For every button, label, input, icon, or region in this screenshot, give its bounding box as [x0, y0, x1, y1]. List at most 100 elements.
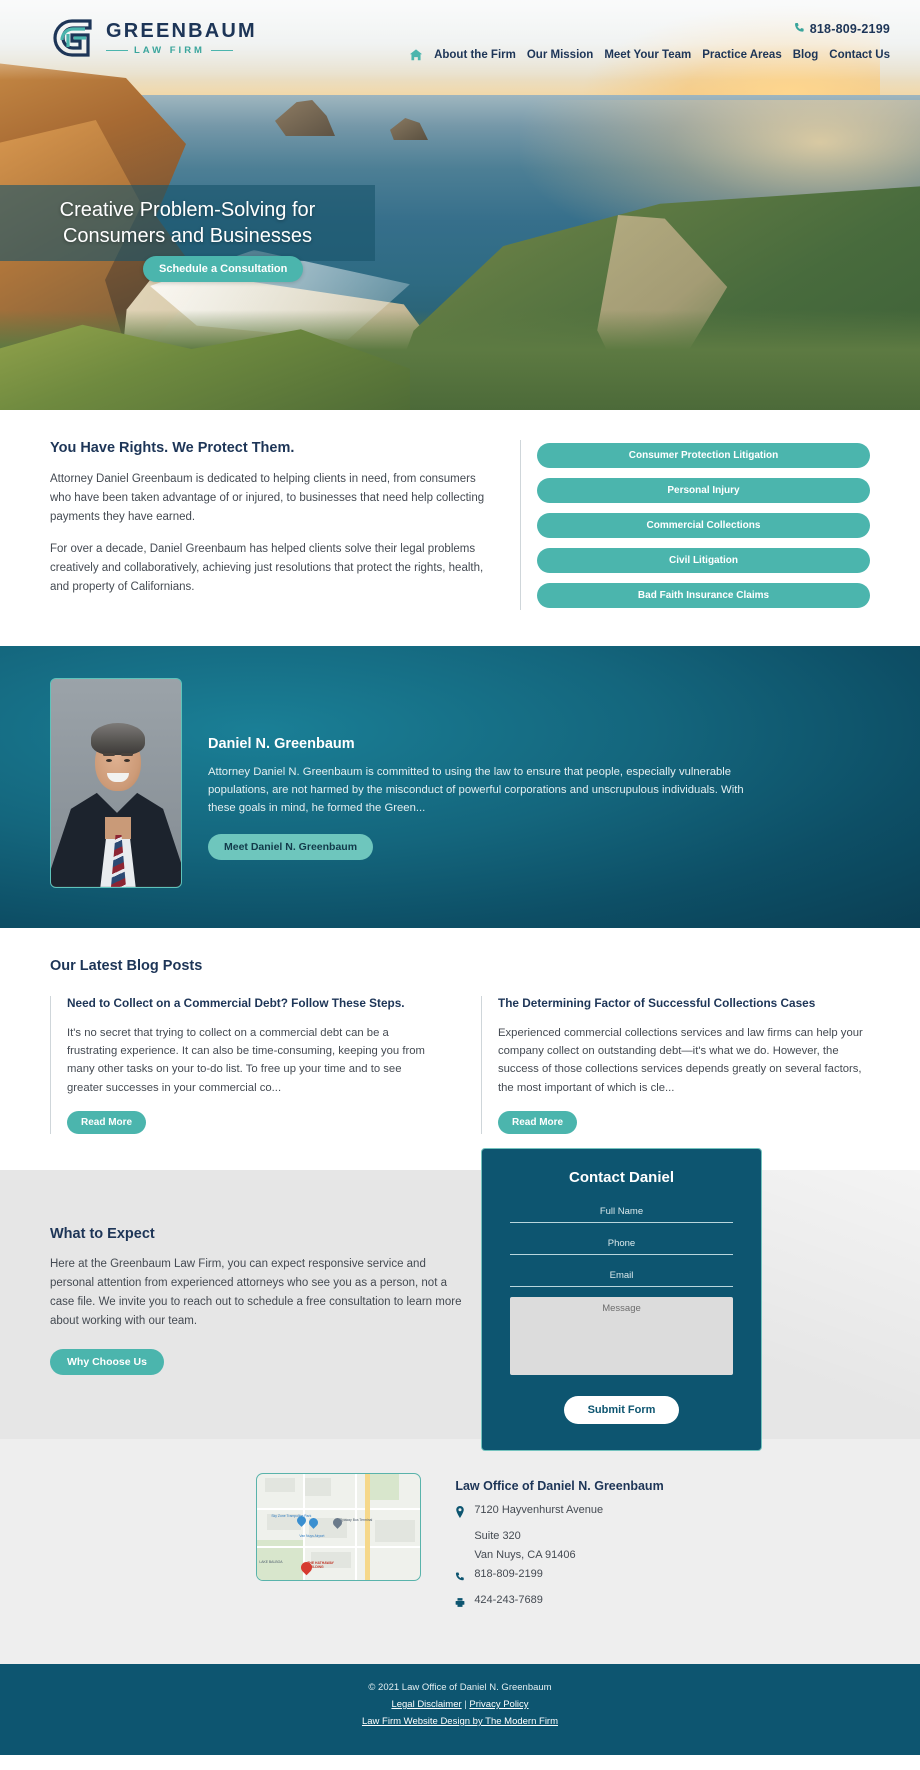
location-section: Sky Zone Trampoline Park Van Nuys Airpor… [0, 1438, 920, 1664]
address-suite: Suite 320 [474, 1529, 521, 1542]
brand-name: GREENBAUM [106, 19, 257, 42]
main-navigation: About the Firm Our Mission Meet Your Tea… [409, 48, 890, 62]
office-name: Law Office of Daniel N. Greenbaum [455, 1478, 664, 1493]
address-city-state-zip: Van Nuys, CA 91406 [474, 1548, 576, 1561]
email-field-wrapper [510, 1265, 733, 1287]
blog-post-title[interactable]: The Determining Factor of Successful Col… [498, 996, 870, 1012]
hero-headline: Creative Problem-Solving for Consumers a… [60, 197, 316, 249]
phone-field-wrapper [510, 1233, 733, 1255]
map-label-flyaway: Flyaway Bus Terminal [339, 1517, 373, 1522]
headshot-hair [91, 722, 145, 755]
blog-post-excerpt: It's no secret that trying to collect on… [67, 1026, 425, 1094]
nav-item-about-the-firm[interactable]: About the Firm [434, 49, 516, 61]
map-block [305, 1477, 332, 1496]
brand-rule-left [106, 50, 128, 51]
address-street: 7120 Hayvenhurst Avenue [474, 1503, 604, 1516]
blog-grid: Need to Collect on a Commercial Debt? Fo… [50, 995, 870, 1134]
map-label-lake-balboa: LAKE BALBOA [259, 1559, 283, 1564]
office-phone-line[interactable]: 818-809-2199 [455, 1568, 663, 1587]
submit-form-button[interactable]: Submit Form [563, 1395, 680, 1424]
what-to-expect-paragraph: Here at the Greenbaum Law Firm, you can … [50, 1257, 462, 1327]
site-footer: © 2021 Law Office of Daniel N. Greenbaum… [0, 1663, 920, 1755]
intro-section: You Have Rights. We Protect Them. Attorn… [0, 410, 920, 646]
attorney-name: Daniel N. Greenbaum [208, 735, 355, 752]
read-more-button[interactable]: Read More [498, 1110, 578, 1134]
blog-post-card: Need to Collect on a Commercial Debt? Fo… [50, 995, 439, 1134]
map-pin-icon [455, 1504, 466, 1523]
nav-item-meet-your-team[interactable]: Meet Your Team [604, 49, 691, 61]
blog-post-card: The Determining Factor of Successful Col… [481, 995, 870, 1134]
practice-area-personal-injury[interactable]: Personal Injury [537, 478, 870, 503]
address-line: 7120 Hayvenhurst Avenue [455, 1504, 663, 1523]
intro-paragraph-2: For over a decade, Daniel Greenbaum has … [50, 542, 484, 593]
intro-paragraph-1: Attorney Daniel Greenbaum is dedicated t… [50, 473, 485, 523]
phone-field[interactable] [510, 1234, 733, 1255]
attorney-bio: Attorney Daniel N. Greenbaum is committe… [208, 765, 744, 815]
map-block [265, 1477, 296, 1492]
website-design-credit-link[interactable]: Law Firm Website Design by The Modern Fi… [362, 1716, 558, 1727]
headshot-eye-left [106, 758, 112, 762]
map-park-area [369, 1473, 400, 1500]
fax-icon [455, 1594, 466, 1613]
contact-form-title: Contact Daniel [568, 1168, 674, 1186]
brand-subtitle: LAW FIRM [134, 44, 205, 56]
nav-item-our-mission[interactable]: Our Mission [527, 49, 593, 61]
hero-headline-line2: Consumers and Businesses [62, 225, 312, 247]
home-icon[interactable] [409, 48, 423, 62]
message-field[interactable] [510, 1296, 733, 1375]
phone-icon [794, 20, 805, 38]
privacy-policy-link[interactable]: Privacy Policy [469, 1699, 528, 1710]
footer-separator: | [464, 1698, 467, 1710]
map-road [257, 1545, 421, 1548]
brand-logo[interactable]: GREENBAUM LAW FIRM [50, 16, 257, 60]
office-phone-number: 818-809-2199 [474, 1567, 543, 1580]
page-root: GREENBAUM LAW FIRM 818-809-2199 About th… [0, 0, 920, 1755]
site-header: GREENBAUM LAW FIRM 818-809-2199 About th… [0, 0, 920, 72]
map-label-van-nuys-airport: Van Nuys Airport [299, 1533, 325, 1538]
practice-area-commercial-collections[interactable]: Commercial Collections [537, 513, 870, 538]
brand-rule-right [210, 50, 233, 51]
headshot-brow-right [121, 752, 133, 756]
map-highway [365, 1473, 371, 1580]
nav-item-blog[interactable]: Blog [793, 49, 819, 61]
phone-icon [455, 1568, 466, 1587]
footer-credit-line: Law Firm Website Design by The Modern Fi… [20, 1716, 900, 1727]
footer-legal-links: Legal Disclaimer | Privacy Policy [20, 1699, 900, 1710]
hero-banner: GREENBAUM LAW FIRM 818-809-2199 About th… [0, 0, 920, 410]
practice-areas-list: Consumer Protection Litigation Personal … [520, 440, 870, 610]
why-choose-us-button[interactable]: Why Choose Us [50, 1348, 164, 1375]
map-block [375, 1519, 416, 1542]
map-road [257, 1507, 421, 1510]
attorney-section: Daniel N. Greenbaum Attorney Daniel N. G… [0, 645, 920, 928]
read-more-button[interactable]: Read More [67, 1110, 147, 1134]
map-label-hathaway-building: THE HATHAWAY BUILDING [307, 1560, 334, 1569]
meet-attorney-button[interactable]: Meet Daniel N. Greenbaum [208, 833, 374, 860]
intro-text-column: You Have Rights. We Protect Them. Attorn… [50, 440, 520, 610]
what-to-expect-heading: What to Expect [50, 1225, 155, 1242]
nav-item-contact-us[interactable]: Contact Us [829, 49, 890, 61]
full-name-field[interactable] [510, 1202, 733, 1223]
footer-copyright: © 2021 Law Office of Daniel N. Greenbaum [368, 1681, 552, 1693]
nav-item-practice-areas[interactable]: Practice Areas [702, 49, 782, 61]
message-field-wrapper [510, 1296, 733, 1380]
header-phone-number: 818-809-2199 [809, 22, 890, 36]
office-fax-line: 424-243-7689 [455, 1594, 663, 1613]
email-field[interactable] [510, 1266, 733, 1287]
blog-heading: Our Latest Blog Posts [50, 957, 203, 974]
practice-area-bad-faith-insurance-claims[interactable]: Bad Faith Insurance Claims [537, 583, 870, 608]
practice-area-consumer-protection-litigation[interactable]: Consumer Protection Litigation [537, 443, 870, 468]
blog-post-excerpt: Experienced commercial collections servi… [498, 1026, 863, 1094]
legal-disclaimer-link[interactable]: Legal Disclaimer [391, 1699, 461, 1710]
what-to-expect-text: What to Expect Here at the Greenbaum Law… [50, 1226, 470, 1375]
header-phone[interactable]: 818-809-2199 [794, 20, 890, 38]
what-to-expect-section: What to Expect Here at the Greenbaum Law… [0, 1147, 920, 1451]
practice-area-civil-litigation[interactable]: Civil Litigation [537, 548, 870, 573]
headshot-brow-left [103, 752, 115, 756]
hero-caption: Creative Problem-Solving for Consumers a… [0, 185, 375, 261]
blog-post-title[interactable]: Need to Collect on a Commercial Debt? Fo… [67, 996, 439, 1012]
schedule-consultation-button[interactable]: Schedule a Consultation [143, 256, 304, 282]
office-map[interactable]: Sky Zone Trampoline Park Van Nuys Airpor… [256, 1472, 422, 1581]
greenbaum-g-monogram-icon [50, 16, 96, 60]
header-right: 818-809-2199 About the Firm Our Mission … [409, 10, 900, 62]
office-fax-number: 424-243-7689 [474, 1593, 543, 1606]
